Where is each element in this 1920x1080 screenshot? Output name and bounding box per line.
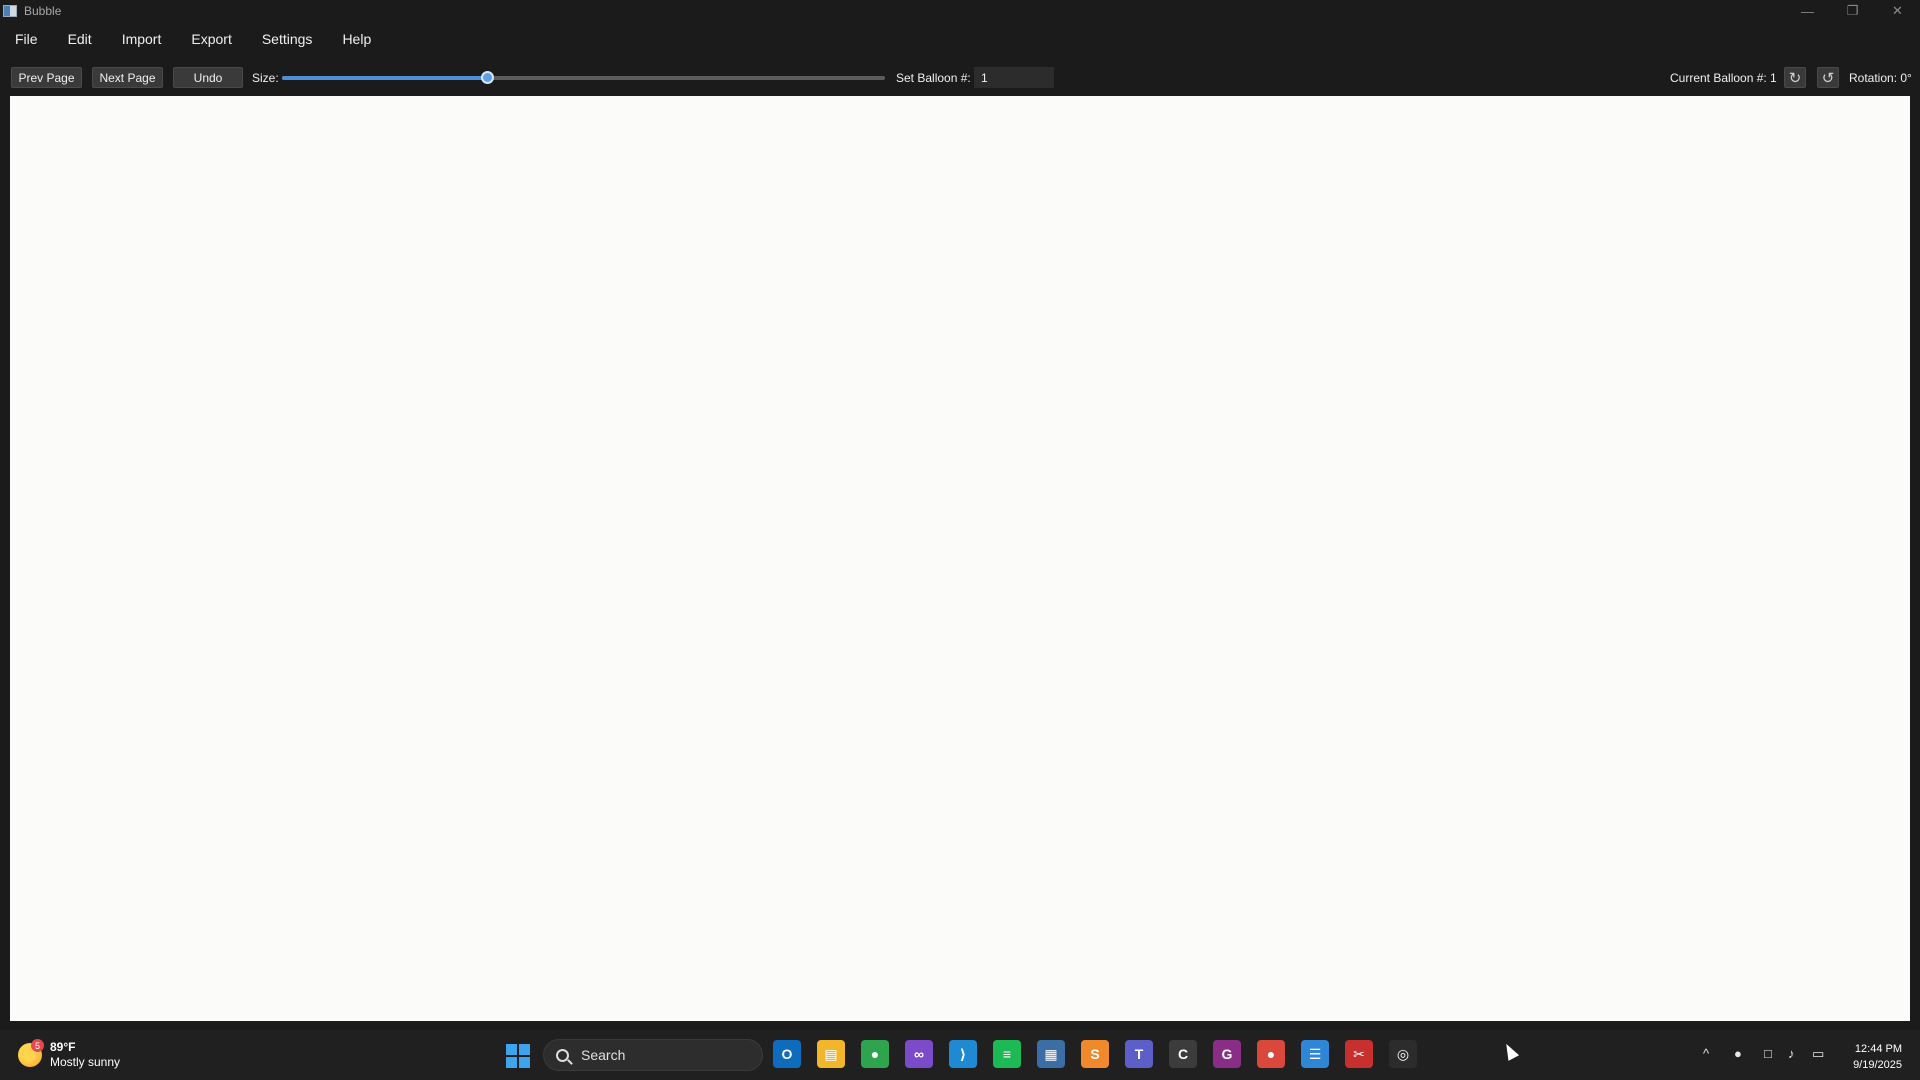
rotate-counterclockwise-button[interactable]: ↺ [1817, 67, 1839, 88]
taskbar: 5 89°F Mostly sunny Search O ▤ ● ∞ ⟩ ≡ ▦ S T C G ● ☰… [0, 1030, 1920, 1080]
volume-icon[interactable]: ♪ [1788, 1046, 1795, 1061]
teams-icon[interactable]: T [1125, 1040, 1153, 1068]
undo-button[interactable]: Undo [173, 67, 243, 88]
search-placeholder: Search [581, 1047, 626, 1063]
microphone-icon[interactable]: ● [1734, 1046, 1742, 1061]
chrome-icon[interactable]: ● [861, 1040, 889, 1068]
vscode-icon[interactable]: ⟩ [949, 1040, 977, 1068]
next-page-button[interactable]: Next Page [92, 67, 163, 88]
current-balloon-label: Current Balloon #: 1 [1670, 71, 1777, 85]
snipping-tool-icon[interactable]: ✂ [1345, 1040, 1373, 1068]
rotate-cw-icon: ↻ [1788, 69, 1802, 87]
calculator-icon[interactable]: ▦ [1037, 1040, 1065, 1068]
sublime-icon[interactable]: S [1081, 1040, 1109, 1068]
windows-logo-icon [506, 1044, 517, 1055]
codex-icon[interactable]: C [1169, 1040, 1197, 1068]
title-bar: Bubble — ❐ ✕ [0, 0, 1920, 22]
menu-help[interactable]: Help [342, 31, 371, 47]
window-title: Bubble [24, 4, 62, 18]
menu-import[interactable]: Import [122, 31, 162, 47]
size-slider[interactable] [282, 71, 885, 84]
start-button[interactable] [506, 1044, 530, 1068]
file-explorer-icon[interactable]: ▤ [817, 1040, 845, 1068]
weather-description: Mostly sunny [50, 1055, 121, 1069]
weather-temperature: 89°F [50, 1040, 76, 1054]
set-balloon-label: Set Balloon #: [896, 71, 971, 85]
maximize-button[interactable]: ❐ [1830, 0, 1875, 22]
menu-file[interactable]: File [15, 31, 38, 47]
search-icon [556, 1048, 569, 1062]
weather-widget[interactable]: 5 89°F Mostly sunny [18, 1039, 121, 1070]
menu-edit[interactable]: Edit [68, 31, 92, 47]
prev-page-button[interactable]: Prev Page [11, 67, 82, 88]
sun-icon: 5 [18, 1039, 44, 1067]
menu-export[interactable]: Export [191, 31, 231, 47]
menu-settings[interactable]: Settings [262, 31, 313, 47]
size-slider-handle[interactable] [481, 71, 495, 84]
toolbar: Prev Page Next Page Undo Size: Set Ballo… [0, 62, 1920, 92]
taskbar-search[interactable]: Search [543, 1039, 763, 1071]
minimize-button[interactable]: — [1785, 0, 1830, 22]
notepad-icon[interactable]: ☰ [1301, 1040, 1329, 1068]
clock-date: 9/19/2025 [1853, 1059, 1902, 1071]
menu-bar: File Edit Import Export Settings Help [0, 22, 1920, 56]
clock-time: 12:44 PM [1854, 1043, 1902, 1055]
document-canvas[interactable] [10, 96, 1910, 1021]
visual-studio-icon[interactable]: ∞ [905, 1040, 933, 1068]
spotify-icon[interactable]: ≡ [993, 1040, 1021, 1068]
size-slider-fill [282, 76, 488, 80]
clock[interactable]: 12:44 PM 9/19/2025 [1853, 1041, 1902, 1073]
size-label: Size: [252, 71, 279, 85]
battery-icon[interactable]: ▭ [1812, 1046, 1824, 1062]
network-icon[interactable]: □ [1764, 1046, 1772, 1061]
app-icon [3, 5, 17, 17]
tray-chevron-icon[interactable]: ^ [1703, 1046, 1709, 1061]
outlook-icon[interactable]: O [773, 1040, 801, 1068]
rotate-ccw-icon: ↺ [1821, 69, 1835, 87]
weather-badge: 5 [31, 1039, 44, 1052]
rotate-clockwise-button[interactable]: ↻ [1784, 67, 1806, 88]
set-balloon-input[interactable] [974, 67, 1054, 88]
pdf-editor-icon[interactable]: G [1213, 1040, 1241, 1068]
close-button[interactable]: ✕ [1875, 0, 1920, 22]
chrome-profile-icon[interactable]: ● [1257, 1040, 1285, 1068]
window-controls: — ❐ ✕ [1785, 0, 1920, 22]
aperture-icon[interactable]: ◎ [1389, 1040, 1417, 1068]
rotation-label: Rotation: 0° [1849, 71, 1912, 85]
